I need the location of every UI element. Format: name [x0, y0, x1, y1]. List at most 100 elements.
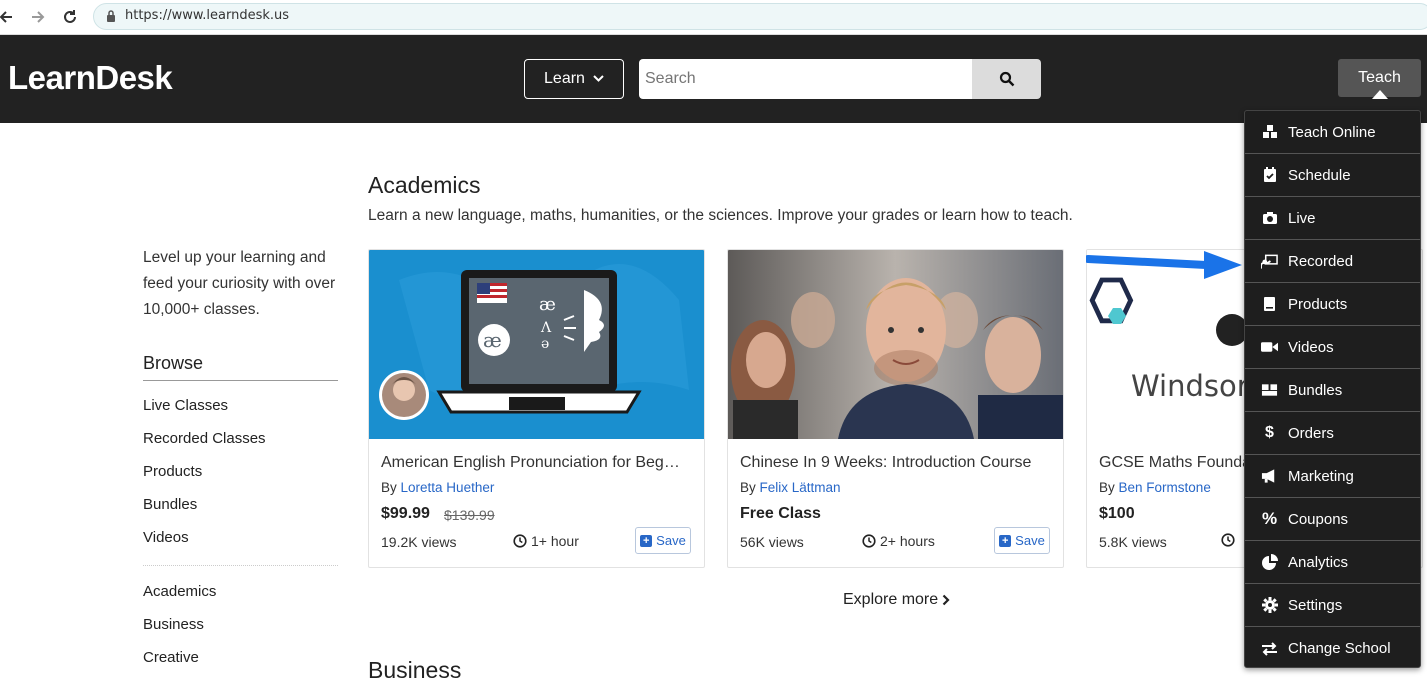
learn-dropdown-button[interactable]: Learn: [524, 59, 624, 99]
plus-square-icon: +: [640, 534, 653, 547]
browser-toolbar: https://www.learndesk.us: [0, 0, 1427, 35]
menu-item-schedule[interactable]: Schedule: [1245, 154, 1420, 197]
section-title-academics: Academics: [368, 172, 481, 198]
chalkboard-teacher-icon: [1261, 253, 1278, 270]
svg-text:æ: æ: [539, 294, 556, 315]
course-price: Free Class: [740, 505, 821, 522]
menu-item-coupons[interactable]: % Coupons: [1245, 498, 1420, 541]
windsor-logo-text: Windsor: [1131, 369, 1249, 403]
calendar-check-icon: [1261, 167, 1278, 184]
course-by-label: By: [740, 480, 756, 495]
course-by-label: By: [381, 480, 397, 495]
course-duration: [1221, 533, 1235, 547]
menu-item-label: Schedule: [1288, 166, 1351, 184]
menu-item-recorded[interactable]: Recorded: [1245, 240, 1420, 283]
url-text: https://www.learndesk.us: [125, 8, 290, 23]
reload-icon[interactable]: [58, 5, 82, 29]
sidebar-category-creative[interactable]: Creative: [143, 649, 199, 666]
sidebar-link-recorded-classes[interactable]: Recorded Classes: [143, 430, 266, 447]
course-author-link[interactable]: Ben Formstone: [1119, 480, 1211, 495]
save-label: Save: [656, 533, 686, 548]
clock-icon: [513, 534, 527, 548]
menu-item-settings[interactable]: Settings: [1245, 584, 1420, 627]
course-views: 5.8K views: [1099, 534, 1167, 550]
menu-item-label: Videos: [1288, 338, 1334, 356]
course-title[interactable]: Chinese In 9 Weeks: Introduction Course: [740, 454, 1052, 472]
site-logo[interactable]: LearnDesk: [8, 59, 173, 97]
gear-icon: [1261, 597, 1278, 614]
save-button[interactable]: + Save: [994, 527, 1050, 554]
intro-text: Level up your learning and feed your cur…: [143, 249, 336, 318]
clock-icon: [1221, 533, 1235, 547]
course-views: 56K views: [740, 534, 804, 550]
sidebar-link-bundles[interactable]: Bundles: [143, 496, 197, 513]
course-title[interactable]: American English Pronunciation for Beg…: [381, 454, 693, 472]
explore-more-link[interactable]: Explore more: [843, 591, 950, 609]
menu-item-label: Bundles: [1288, 381, 1343, 399]
menu-item-label: Change School: [1288, 640, 1391, 657]
section-description: Learn a new language, maths, humanities,…: [368, 207, 1073, 224]
course-card-1[interactable]: æ æ Λ ə American English Pronunciation f…: [368, 249, 705, 568]
menu-item-orders[interactable]: $ Orders: [1245, 412, 1420, 455]
menu-item-analytics[interactable]: Analytics: [1245, 541, 1420, 584]
sidebar-divider: [143, 565, 338, 566]
exchange-icon: [1261, 640, 1278, 657]
course-by-label: By: [1099, 480, 1115, 495]
forward-icon[interactable]: [26, 5, 50, 29]
menu-item-label: Marketing: [1288, 467, 1354, 485]
course-author-link[interactable]: Loretta Huether: [401, 480, 495, 495]
book-icon: [1261, 296, 1278, 313]
course-duration: 2+ hours: [862, 533, 935, 549]
search-icon: [999, 71, 1014, 87]
menu-item-videos[interactable]: Videos: [1245, 326, 1420, 369]
search-button[interactable]: [972, 59, 1041, 99]
save-button[interactable]: + Save: [635, 527, 691, 554]
course-author-link[interactable]: Felix Lättman: [760, 480, 841, 495]
save-label: Save: [1015, 533, 1045, 548]
sidebar-category-business[interactable]: Business: [143, 616, 204, 633]
course-duration-text: 2+ hours: [880, 533, 935, 549]
back-icon[interactable]: [0, 5, 18, 29]
menu-item-label: Products: [1288, 295, 1348, 313]
sidebar-link-videos[interactable]: Videos: [143, 529, 189, 546]
percent-icon: %: [1261, 509, 1278, 528]
lock-icon: [106, 9, 116, 27]
menu-item-live[interactable]: Live: [1245, 197, 1420, 240]
course-duration: 1+ hour: [513, 533, 579, 549]
bullhorn-icon: [1261, 468, 1278, 485]
browse-heading: Browse: [143, 353, 338, 381]
menu-item-change-school[interactable]: Change School: [1245, 627, 1420, 670]
course-original-price: $139.99: [444, 507, 495, 523]
course-price: $99.99: [381, 505, 430, 522]
address-bar[interactable]: [93, 3, 1427, 30]
sidebar-category-academics[interactable]: Academics: [143, 583, 216, 600]
sidebar-link-live-classes[interactable]: Live Classes: [143, 397, 228, 414]
menu-item-marketing[interactable]: Marketing: [1245, 455, 1420, 498]
svg-text:Λ: Λ: [540, 320, 552, 336]
boxes-icon: [1261, 382, 1278, 399]
course-thumbnail[interactable]: æ æ Λ ə: [369, 250, 704, 439]
menu-item-teach-online[interactable]: Teach Online: [1245, 111, 1420, 154]
section-title-business: Business: [368, 657, 462, 682]
menu-item-products[interactable]: Products: [1245, 283, 1420, 326]
search-input[interactable]: [639, 59, 973, 99]
course-thumbnail[interactable]: [728, 250, 1063, 439]
course-views: 19.2K views: [381, 534, 457, 550]
menu-item-label: Teach Online: [1288, 123, 1376, 141]
menu-item-bundles[interactable]: Bundles: [1245, 369, 1420, 412]
menu-item-label: Coupons: [1288, 510, 1349, 528]
cubes-icon: [1261, 124, 1278, 141]
chevron-down-icon: [593, 75, 604, 82]
plus-square-icon: +: [999, 534, 1012, 547]
menu-item-label: Orders: [1288, 424, 1334, 442]
svg-text:ə: ə: [541, 336, 549, 352]
teach-menu-caret: [1372, 90, 1388, 99]
menu-item-label: Recorded: [1288, 252, 1354, 270]
sidebar-link-products[interactable]: Products: [143, 463, 202, 480]
svg-text:æ: æ: [483, 328, 502, 352]
menu-item-label: Settings: [1288, 596, 1343, 614]
clock-icon: [862, 534, 876, 548]
course-card-2[interactable]: Chinese In 9 Weeks: Introduction Course …: [727, 249, 1064, 568]
menu-item-label: Analytics: [1288, 553, 1349, 571]
course-author-line: By Ben Formstone: [1099, 480, 1211, 495]
